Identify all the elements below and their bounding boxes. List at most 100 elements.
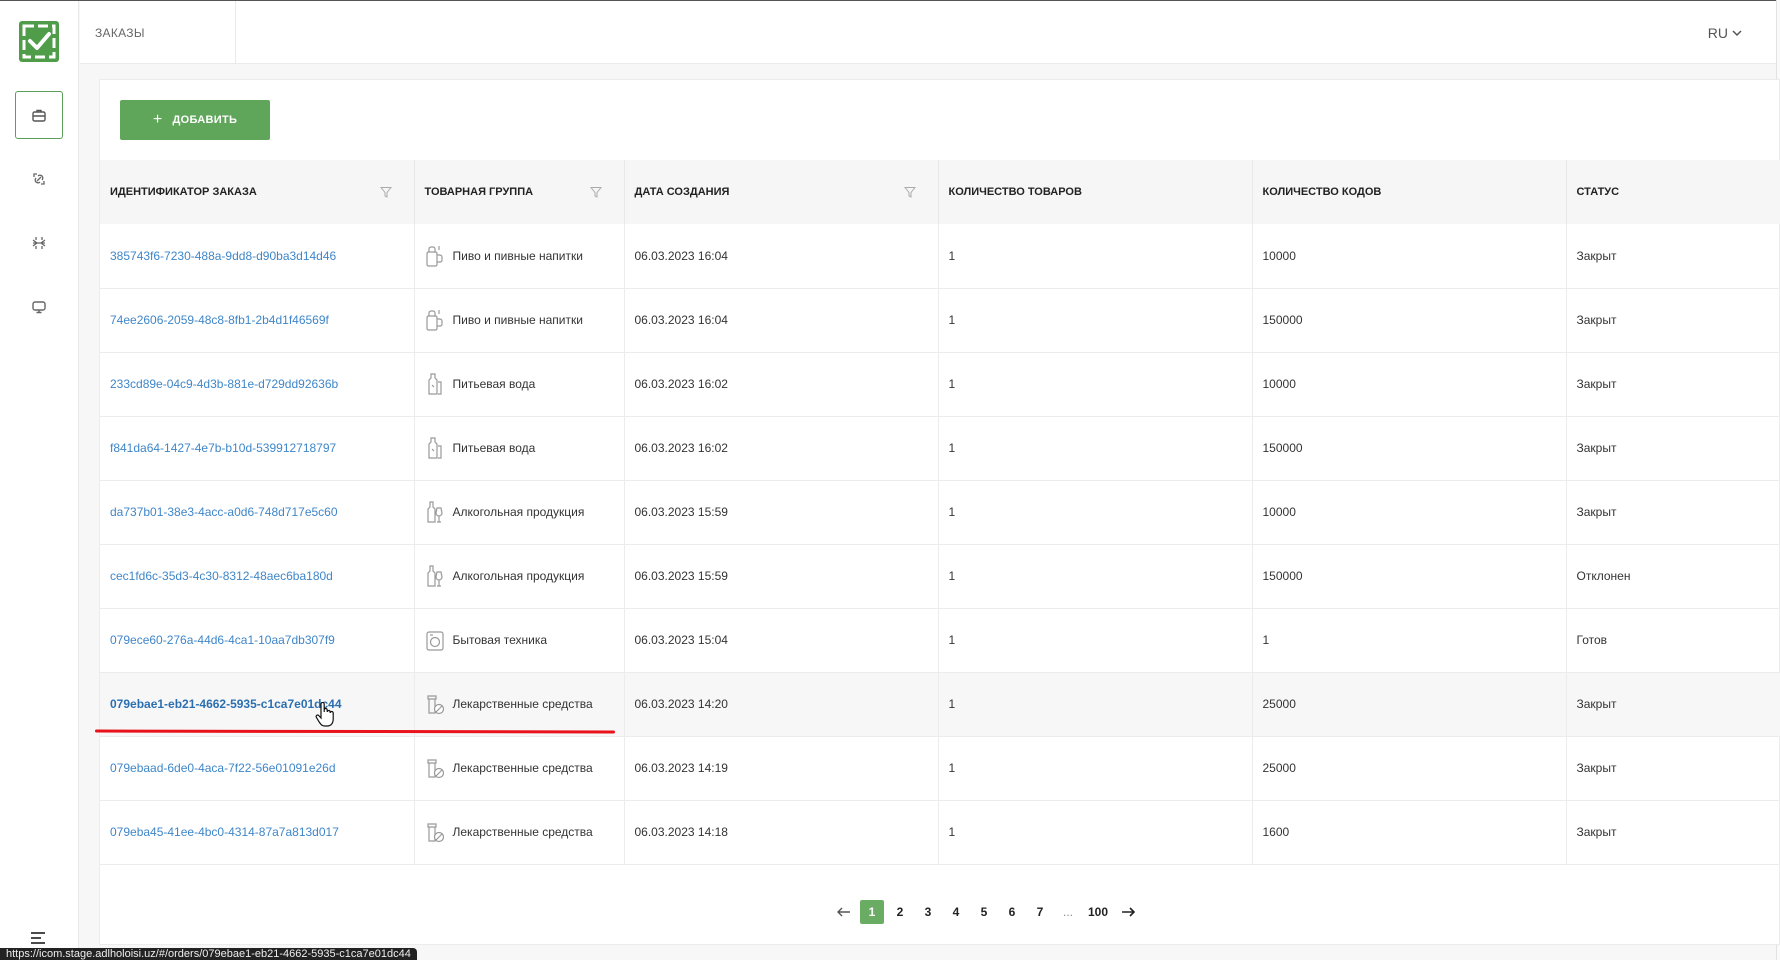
order-id-link[interactable]: 74ee2606-2059-48c8-8fb1-2b4d1f46569f bbox=[110, 313, 329, 327]
medicine-icon bbox=[426, 695, 444, 715]
order-id-link[interactable]: 079ebae1-eb21-4662-5935-c1ca7e01dc44 bbox=[110, 697, 342, 711]
header-divider bbox=[235, 1, 236, 63]
page-button[interactable]: 2 bbox=[888, 900, 912, 924]
product-group-label: Пиво и пивные напитки bbox=[452, 248, 583, 263]
add-button-label: ДОБАВИТЬ bbox=[172, 114, 238, 126]
status-cell: Закрыт bbox=[1576, 313, 1617, 327]
product-group-label: Алкогольная продукция bbox=[452, 505, 585, 519]
product-group-label: Питьевая вода bbox=[452, 441, 536, 455]
table-row[interactable]: 233cd89e-04c9-4d3b-881e-d729dd92636b Пить… bbox=[100, 352, 1780, 416]
menu-icon[interactable] bbox=[30, 931, 46, 945]
sidebar-item-link[interactable] bbox=[15, 155, 63, 203]
items-count-cell: 1 bbox=[938, 480, 1253, 544]
prev-page-button[interactable] bbox=[832, 900, 856, 924]
table-row[interactable]: f841da64-1427-4e7b-b10d-539912718797 Пить… bbox=[100, 416, 1780, 480]
plus-icon: + bbox=[152, 111, 163, 128]
table-row[interactable]: 079ebaad-6de0-4aca-7f22-56e01091e26d Лека… bbox=[100, 736, 1780, 800]
status-cell: Готов bbox=[1576, 633, 1608, 647]
page-button[interactable]: 7 bbox=[1028, 900, 1052, 924]
items-count-cell: 1 bbox=[938, 800, 1253, 864]
created-date-cell: 06.03.2023 16:04 bbox=[624, 224, 939, 288]
codes-count-cell: 25000 bbox=[1252, 736, 1567, 800]
product-group-cell: Лекарственные средства bbox=[414, 736, 625, 800]
codes-count-cell: 10000 bbox=[1252, 480, 1567, 544]
table-row[interactable]: 74ee2606-2059-48c8-8fb1-2b4d1f46569f Пиво… bbox=[100, 288, 1780, 352]
column-header-label: СТАТУС bbox=[1576, 186, 1620, 198]
column-header-label: КОЛИЧЕСТВО КОДОВ bbox=[1262, 186, 1382, 198]
items-count-cell: 1 bbox=[938, 352, 1253, 416]
page-button[interactable]: 4 bbox=[944, 900, 968, 924]
column-header: ИДЕНТИФИКАТОР ЗАКАЗА bbox=[100, 160, 415, 224]
status-cell: Закрыт bbox=[1576, 505, 1617, 519]
order-id-link[interactable]: 233cd89e-04c9-4d3b-881e-d729dd92636b bbox=[110, 377, 338, 391]
product-group-label: Лекарственные средства bbox=[452, 825, 593, 839]
table-row[interactable]: 079eba45-41ee-4bc0-4314-87a7a813d017 Лека… bbox=[100, 800, 1780, 864]
water-icon bbox=[427, 437, 442, 459]
order-id-link[interactable]: da737b01-38e3-4acc-a0d6-748d717e5c60 bbox=[110, 505, 338, 519]
items-count-cell: 1 bbox=[938, 736, 1253, 800]
orders-table: ИДЕНТИФИКАТОР ЗАКАЗА ТОВАРНАЯ ГРУППА ДАТА … bbox=[100, 160, 1780, 865]
medicine-icon bbox=[426, 759, 444, 779]
product-group-cell: Алкогольная продукция bbox=[414, 480, 625, 544]
order-id-cell: 079eba45-41ee-4bc0-4314-87a7a813d017 bbox=[100, 800, 415, 864]
order-id-link[interactable]: 385743f6-7230-488a-9dd8-d90ba3d14d46 bbox=[110, 249, 336, 263]
status-cell: Закрыт bbox=[1576, 761, 1617, 775]
created-date-cell: 06.03.2023 15:04 bbox=[624, 608, 939, 672]
codes-count-cell: 150000 bbox=[1252, 288, 1567, 352]
product-group-label: Бытовая техника bbox=[452, 633, 548, 647]
table-row[interactable]: cec1fd6c-35d3-4c30-8312-48aec6ba180d Алко… bbox=[100, 544, 1780, 608]
page-button[interactable]: 3 bbox=[916, 900, 940, 924]
column-header: КОЛИЧЕСТВО КОДОВ bbox=[1252, 160, 1567, 224]
checkmark-logo[interactable] bbox=[19, 21, 59, 62]
status-cell: Отклонен bbox=[1576, 569, 1631, 583]
table-row[interactable]: 385743f6-7230-488a-9dd8-d90ba3d14d46 Пиво… bbox=[100, 224, 1780, 288]
codes-count-cell: 25000 bbox=[1252, 672, 1567, 736]
order-id-cell: 079ebaad-6de0-4aca-7f22-56e01091e26d bbox=[100, 736, 415, 800]
pagination-ellipsis: ... bbox=[1062, 905, 1073, 919]
product-group-cell: Алкогольная продукция bbox=[414, 544, 625, 608]
sidebar-item-display[interactable] bbox=[15, 283, 63, 331]
order-id-link[interactable]: cec1fd6c-35d3-4c30-8312-48aec6ba180d bbox=[110, 569, 333, 583]
table-row[interactable]: 079ebae1-eb21-4662-5935-c1ca7e01dc44 Лека… bbox=[100, 672, 1780, 736]
order-id-cell: da737b01-38e3-4acc-a0d6-748d717e5c60 bbox=[100, 480, 415, 544]
language-selector[interactable]: RU bbox=[1708, 25, 1742, 41]
hand-cursor-icon bbox=[315, 702, 334, 727]
page-button[interactable]: 1 bbox=[860, 900, 884, 924]
order-id-link[interactable]: 079ebaad-6de0-4aca-7f22-56e01091e26d bbox=[110, 761, 336, 775]
status-cell: Закрыт bbox=[1576, 697, 1617, 711]
page-button[interactable]: 5 bbox=[972, 900, 996, 924]
beer-icon bbox=[425, 245, 443, 267]
next-page-button[interactable] bbox=[1116, 900, 1140, 924]
sidebar-item-orders[interactable] bbox=[15, 91, 63, 139]
page-button[interactable]: 6 bbox=[1000, 900, 1024, 924]
add-order-button[interactable]: + ДОБАВИТЬ bbox=[120, 100, 270, 140]
order-id-link[interactable]: 079ece60-276a-44d6-4ca1-10aa7db307f9 bbox=[110, 633, 335, 647]
column-header: СТАТУС bbox=[1566, 160, 1780, 224]
codes-count-cell: 1 bbox=[1252, 608, 1567, 672]
beer-icon bbox=[425, 310, 443, 331]
product-group-label: Лекарственные средства bbox=[452, 697, 593, 711]
filter-icon[interactable] bbox=[589, 186, 602, 198]
scan-icon bbox=[32, 237, 46, 249]
link-icon bbox=[33, 173, 45, 185]
items-count-cell: 1 bbox=[938, 416, 1253, 480]
chevron-down-icon bbox=[1732, 30, 1742, 37]
codes-count-cell: 10000 bbox=[1252, 224, 1567, 288]
product-group-cell: Пиво и пивные напитки bbox=[414, 288, 625, 352]
created-date-cell: 06.03.2023 14:19 bbox=[624, 736, 939, 800]
order-id-link[interactable]: f841da64-1427-4e7b-b10d-539912718797 bbox=[110, 441, 336, 455]
water-icon bbox=[427, 373, 442, 395]
order-id-link[interactable]: 079eba45-41ee-4bc0-4314-87a7a813d017 bbox=[110, 825, 339, 839]
filter-icon[interactable] bbox=[903, 186, 916, 198]
page-button[interactable]: 100 bbox=[1084, 900, 1112, 924]
codes-count-cell: 1600 bbox=[1252, 800, 1567, 864]
sidebar-item-scan[interactable] bbox=[15, 219, 63, 267]
codes-count-cell: 150000 bbox=[1252, 416, 1567, 480]
created-date-cell: 06.03.2023 16:02 bbox=[624, 352, 939, 416]
table-row[interactable]: da737b01-38e3-4acc-a0d6-748d717e5c60 Алко… bbox=[100, 480, 1780, 544]
order-id-cell: 385743f6-7230-488a-9dd8-d90ba3d14d46 bbox=[100, 224, 415, 288]
filter-icon[interactable] bbox=[379, 186, 392, 198]
table-row[interactable]: 079ece60-276a-44d6-4ca1-10aa7db307f9 Быто… bbox=[100, 608, 1780, 672]
product-group-label: Лекарственные средства bbox=[452, 761, 593, 775]
order-id-cell: f841da64-1427-4e7b-b10d-539912718797 bbox=[100, 416, 415, 480]
